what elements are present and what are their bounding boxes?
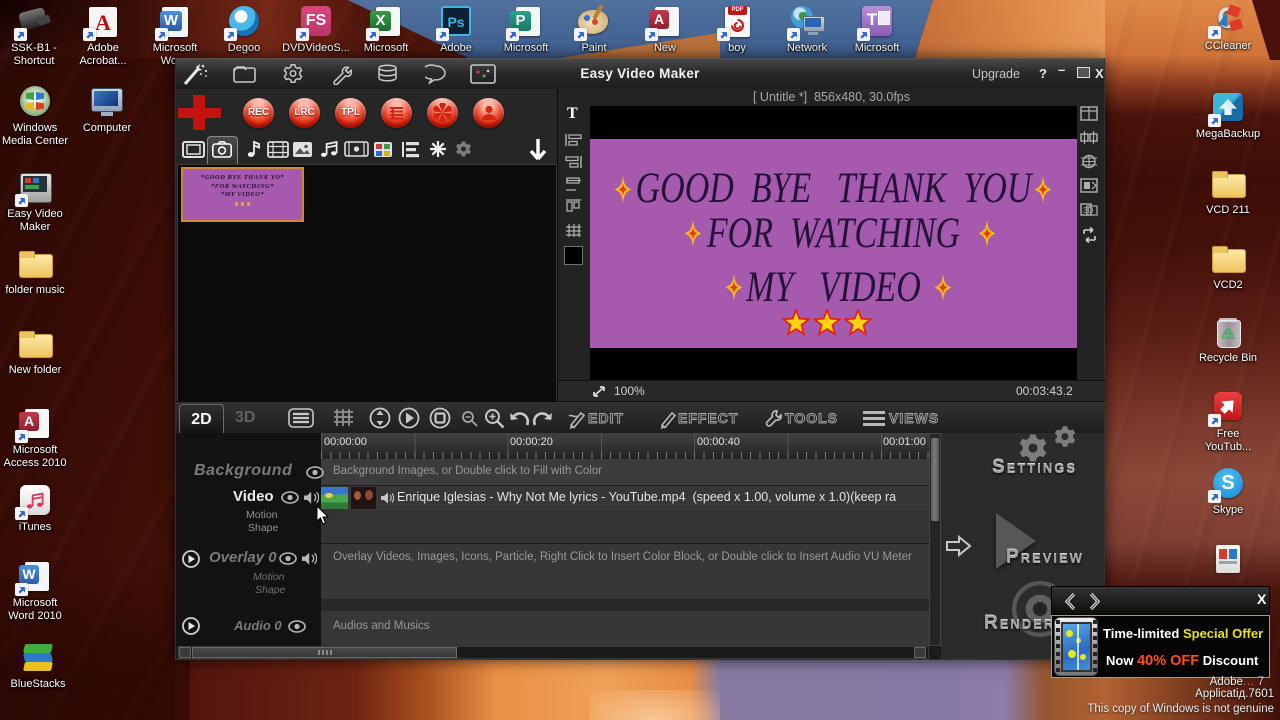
svg-text:3D: 3D <box>1083 206 1093 215</box>
